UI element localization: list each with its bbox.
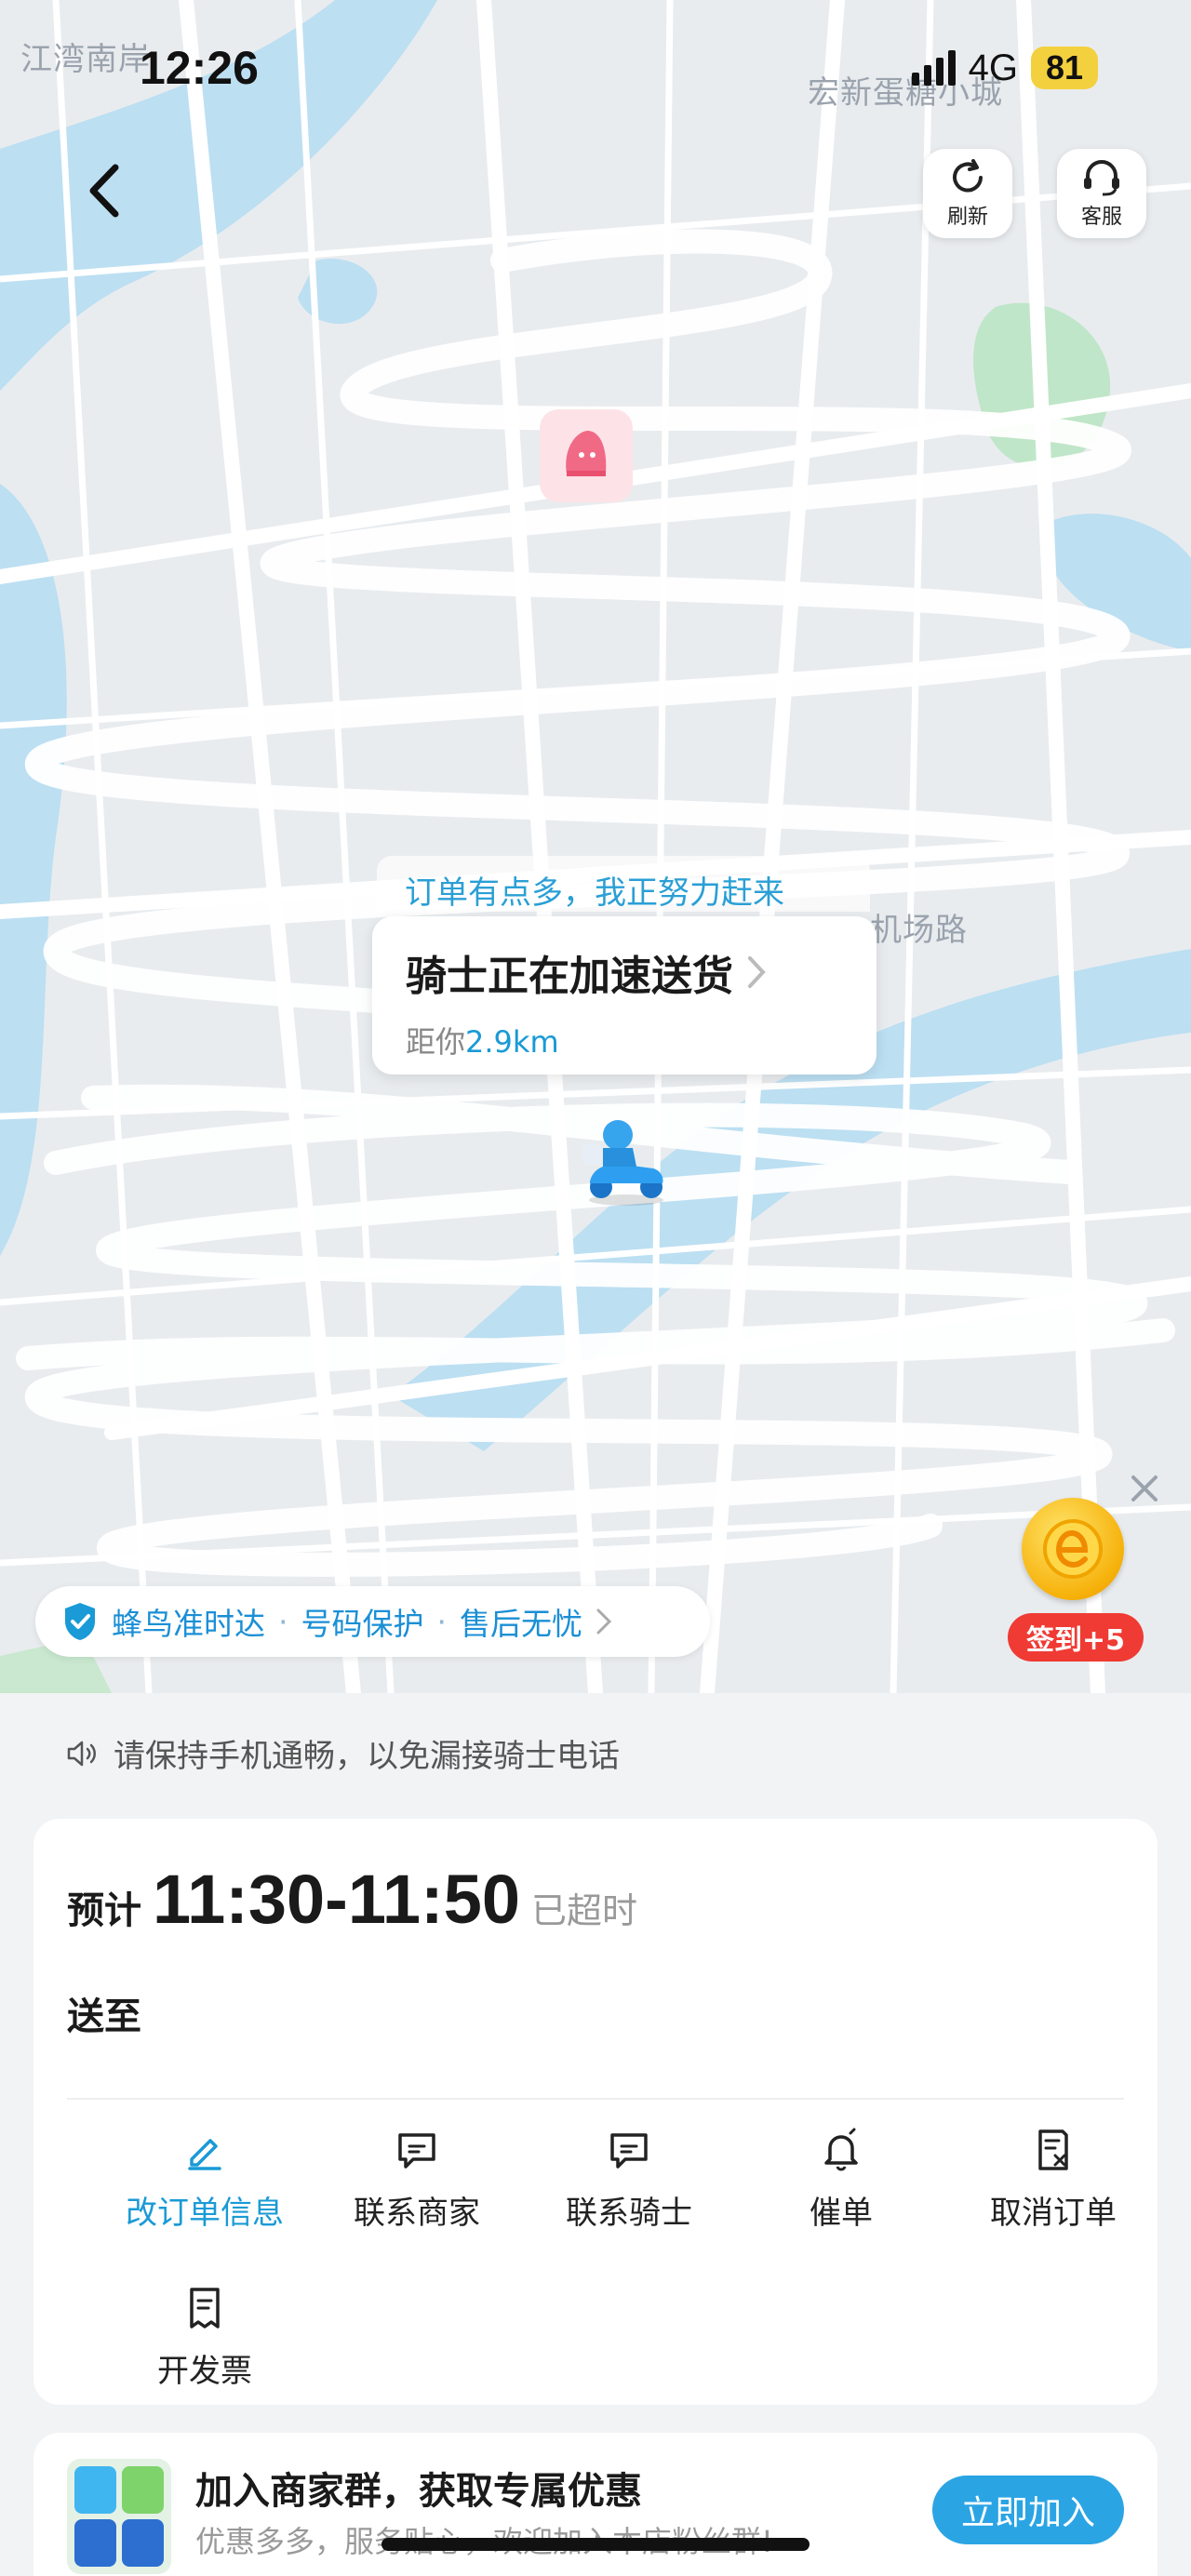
guarantee-after-sales: 售后无忧: [460, 1606, 582, 1642]
eta-row: 预计 11:30-11:50 已超时: [67, 1860, 637, 1939]
distance-value: 2.9km: [465, 1024, 559, 1060]
rider-scooter-icon: [582, 1120, 663, 1206]
merchant-group-promo[interactable]: 加入商家群，获取专属优惠 优惠多多，服务贴心，欢迎加入本店粉丝群! 立即加入: [33, 2433, 1158, 2576]
bell-icon: [824, 2128, 858, 2171]
promo-title: 加入商家群，获取专属优惠: [195, 2470, 642, 2513]
chevron-right-icon: [748, 956, 766, 988]
shield-check-icon: [65, 1603, 95, 1640]
rider-status-text: 骑士正在加速送货: [406, 953, 733, 1000]
guarantee-ontime: 蜂鸟准时达: [112, 1606, 265, 1642]
eta-prefix: 预计: [67, 1889, 141, 1932]
close-icon[interactable]: [1126, 1470, 1163, 1507]
separator-dot: ·: [278, 1603, 288, 1640]
invoice-label: 开发票: [157, 2353, 252, 2390]
refresh-button[interactable]: 刷新: [923, 149, 1012, 238]
join-now-button[interactable]: 立即加入: [932, 2476, 1124, 2544]
eta-time: 11:30-11:50: [153, 1861, 521, 1938]
signin-coin-button[interactable]: [1022, 1498, 1124, 1600]
chat-icon: [610, 2133, 648, 2169]
urge-order-button[interactable]: 催单: [735, 2126, 947, 2233]
coin-e-icon: [1043, 1519, 1103, 1579]
speaker-icon: [67, 1741, 96, 1766]
contact-rider-button[interactable]: 联系骑士: [523, 2126, 735, 2233]
back-button[interactable]: [78, 158, 134, 223]
merchant-icon: [566, 431, 607, 476]
battery-icon: 81: [1030, 47, 1098, 89]
service-label: 客服: [1080, 206, 1122, 229]
headset-icon: [1084, 160, 1119, 196]
rider-status-card[interactable]: 骑士正在加速送货 距你2.9km: [372, 916, 877, 1074]
eta-status: 已超时: [531, 1890, 638, 1931]
network-label: 4G: [968, 47, 1018, 88]
refresh-icon: [953, 159, 983, 193]
status-indicators: 4G 81: [911, 47, 1098, 89]
chevron-left-icon: [89, 164, 119, 218]
order-card: 预计 11:30-11:50 已超时 送至 改订单信息 联系商家 联系骑士 催单…: [33, 1819, 1158, 2405]
map-label: 机场路: [870, 912, 968, 949]
home-indicator: [381, 2538, 810, 2551]
status-time: 12:26: [140, 42, 259, 94]
service-guarantee-strip[interactable]: 蜂鸟准时达 · 号码保护 · 售后无忧: [35, 1586, 710, 1657]
separator-dot: ·: [436, 1603, 448, 1640]
map-background: [0, 0, 1191, 1693]
distance-prefix: 距你: [406, 1024, 466, 1060]
contact-rider-label: 联系骑士: [566, 2195, 692, 2232]
rider-tip: 订单有点多，我正努力赶来: [377, 856, 870, 912]
map-label: 江湾南岸: [20, 41, 151, 78]
divider: [67, 2098, 1124, 2100]
deliver-to-label: 送至: [67, 1995, 141, 2038]
invoice-button[interactable]: 开发票: [99, 2284, 311, 2391]
notice-text: 请保持手机通畅，以免漏接骑士电话: [114, 1738, 620, 1775]
promo-thumbnail: [67, 2459, 171, 2574]
service-button[interactable]: 客服: [1057, 149, 1146, 238]
delivery-map[interactable]: 江湾南岸 宏新蛋糖小城 机场路 12:26 4G 81 刷新 客服 订单有点多，…: [0, 0, 1191, 1693]
order-sheet: 请保持手机通畅，以免漏接骑士电话 预计 11:30-11:50 已超时 送至 改…: [0, 1693, 1191, 2576]
cancel-order-label: 取消订单: [990, 2195, 1117, 2232]
urge-order-label: 催单: [810, 2195, 873, 2232]
invoice-icon: [190, 2288, 220, 2329]
signal-icon: [911, 50, 956, 86]
signin-badge[interactable]: 签到+5: [1008, 1613, 1144, 1662]
chevron-right-icon: [596, 1608, 612, 1635]
chat-icon: [398, 2133, 435, 2169]
cancel-order-icon: [1038, 2129, 1068, 2170]
edit-icon: [188, 2139, 221, 2170]
refresh-label: 刷新: [946, 206, 988, 229]
merchant-location-pin[interactable]: [540, 409, 633, 502]
cancel-order-button[interactable]: 取消订单: [947, 2126, 1159, 2233]
contact-merchant-button[interactable]: 联系商家: [311, 2126, 523, 2233]
edit-order-button[interactable]: 改订单信息: [99, 2126, 311, 2233]
contact-merchant-label: 联系商家: [354, 2195, 480, 2232]
phone-notice: 请保持手机通畅，以免漏接骑士电话: [65, 1730, 620, 1776]
edit-order-label: 改订单信息: [126, 2195, 284, 2232]
guarantee-number-protect: 号码保护: [301, 1606, 424, 1642]
